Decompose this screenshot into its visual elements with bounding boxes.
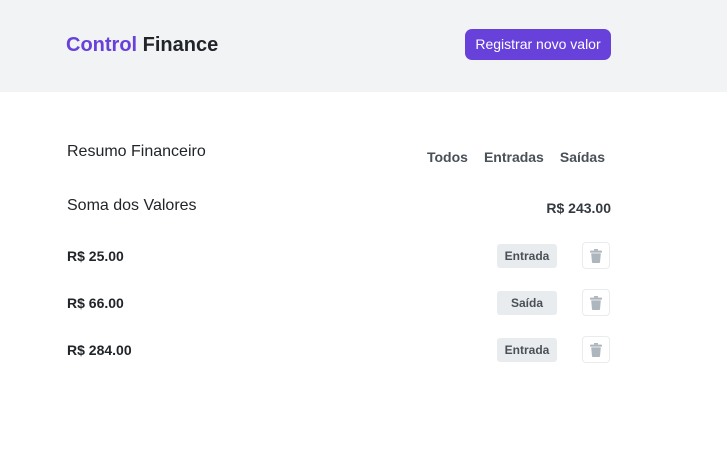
list-item: R$ 66.00 Saída (0, 289, 727, 317)
entry-value: R$ 284.00 (67, 342, 132, 358)
sum-value: R$ 243.00 (546, 200, 611, 216)
logo-accent-text: Control (66, 34, 138, 56)
entry-value: R$ 25.00 (67, 248, 124, 264)
trash-icon (590, 248, 602, 263)
filter-entries-button[interactable]: Entradas (476, 148, 552, 166)
app-logo: Control Finance (66, 33, 218, 57)
entry-value: R$ 66.00 (67, 295, 124, 311)
logo-rest-text: Finance (142, 34, 219, 56)
entry-type-badge: Saída (497, 291, 557, 315)
delete-entry-button[interactable] (582, 242, 610, 269)
sum-label: Soma dos Valores (67, 197, 197, 214)
register-value-button[interactable]: Registrar novo valor (465, 29, 611, 60)
filter-all-button[interactable]: Todos (419, 148, 476, 166)
summary-title: Resumo Financeiro (67, 143, 206, 160)
filter-exits-button[interactable]: Saídas (552, 148, 611, 166)
delete-entry-button[interactable] (582, 336, 610, 363)
filter-tabs: Todos Entradas Saídas (419, 148, 611, 166)
list-item: R$ 284.00 Entrada (0, 336, 727, 364)
entry-type-badge: Entrada (497, 338, 557, 362)
list-item: R$ 25.00 Entrada (0, 242, 727, 270)
app-header: Control Finance Registrar novo valor (0, 0, 727, 92)
delete-entry-button[interactable] (582, 289, 610, 316)
entry-type-badge: Entrada (497, 244, 557, 268)
trash-icon (590, 342, 602, 357)
trash-icon (590, 295, 602, 310)
